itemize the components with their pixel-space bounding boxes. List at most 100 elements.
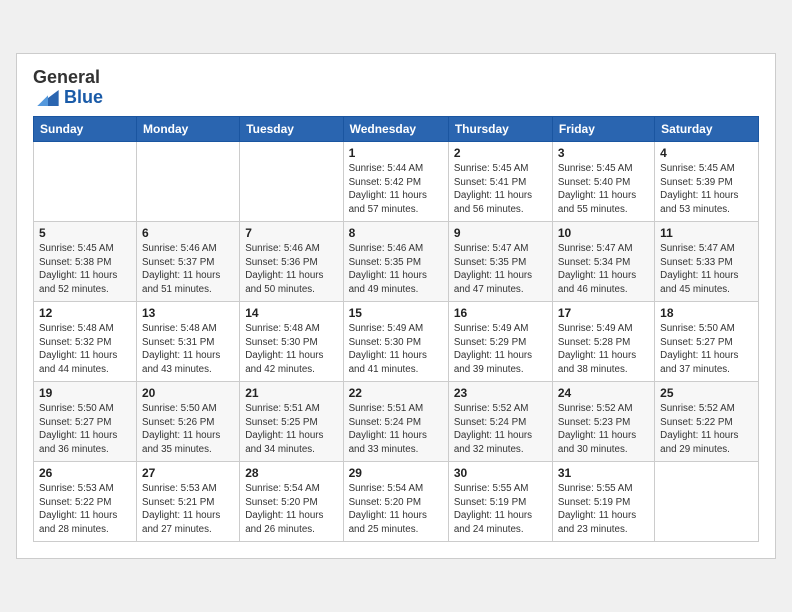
calendar-cell: 12Sunrise: 5:48 AM Sunset: 5:32 PM Dayli… bbox=[34, 301, 137, 381]
calendar-cell: 9Sunrise: 5:47 AM Sunset: 5:35 PM Daylig… bbox=[448, 221, 552, 301]
day-detail: Sunrise: 5:52 AM Sunset: 5:22 PM Dayligh… bbox=[660, 402, 753, 457]
day-detail: Sunrise: 5:46 AM Sunset: 5:36 PM Dayligh… bbox=[245, 242, 337, 297]
day-number: 13 bbox=[142, 306, 234, 320]
header-sunday: Sunday bbox=[34, 116, 137, 141]
calendar-cell: 19 Sunrise: 5:50 AM Sunset: 5:27 PM Dayli… bbox=[34, 381, 137, 461]
day-detail: Sunrise: 5:49 AM Sunset: 5:29 PM Dayligh… bbox=[454, 322, 547, 377]
logo-blue-text: Blue bbox=[64, 87, 103, 107]
day-number: 30 bbox=[454, 466, 547, 480]
calendar-cell: 2Sunrise: 5:45 AM Sunset: 5:41 PM Daylig… bbox=[448, 141, 552, 221]
calendar-week-row: 19 Sunrise: 5:50 AM Sunset: 5:27 PM Dayli… bbox=[34, 381, 759, 461]
calendar-cell: 13 Sunrise: 5:48 AM Sunset: 5:31 PM Dayli… bbox=[137, 301, 240, 381]
day-detail: Sunrise: 5:51 AM Sunset: 5:24 PM Dayligh… bbox=[349, 402, 443, 457]
day-number: 17 bbox=[558, 306, 649, 320]
calendar-cell: 28Sunrise: 5:54 AM Sunset: 5:20 PM Dayli… bbox=[240, 461, 343, 541]
day-detail: Sunrise: 5:46 AM Sunset: 5:35 PM Dayligh… bbox=[349, 242, 443, 297]
day-detail: Sunrise: 5:45 AM Sunset: 5:39 PM Dayligh… bbox=[660, 162, 753, 217]
day-detail: Sunrise: 5:54 AM Sunset: 5:20 PM Dayligh… bbox=[349, 482, 443, 537]
day-detail: Sunrise: 5:49 AM Sunset: 5:28 PM Dayligh… bbox=[558, 322, 649, 377]
day-number: 4 bbox=[660, 146, 753, 160]
calendar-cell bbox=[655, 461, 759, 541]
day-detail: Sunrise: 5:53 AM Sunset: 5:22 PM Dayligh… bbox=[39, 482, 131, 537]
header-section: General Blue bbox=[33, 64, 759, 108]
day-number: 18 bbox=[660, 306, 753, 320]
day-detail: Sunrise: 5:55 AM Sunset: 5:19 PM Dayligh… bbox=[454, 482, 547, 537]
day-detail: Sunrise: 5:50 AM Sunset: 5:26 PM Dayligh… bbox=[142, 402, 234, 457]
day-number: 3 bbox=[558, 146, 649, 160]
day-number: 21 bbox=[245, 386, 337, 400]
day-number: 6 bbox=[142, 226, 234, 240]
calendar-cell: 25 Sunrise: 5:52 AM Sunset: 5:22 PM Dayli… bbox=[655, 381, 759, 461]
calendar-cell: 22 Sunrise: 5:51 AM Sunset: 5:24 PM Dayli… bbox=[343, 381, 448, 461]
calendar-week-row: 5 Sunrise: 5:45 AM Sunset: 5:38 PM Daylig… bbox=[34, 221, 759, 301]
day-detail: Sunrise: 5:55 AM Sunset: 5:19 PM Dayligh… bbox=[558, 482, 649, 537]
day-number: 25 bbox=[660, 386, 753, 400]
day-number: 22 bbox=[349, 386, 443, 400]
day-number: 7 bbox=[245, 226, 337, 240]
day-number: 10 bbox=[558, 226, 649, 240]
day-number: 15 bbox=[349, 306, 443, 320]
day-detail: Sunrise: 5:47 AM Sunset: 5:33 PM Dayligh… bbox=[660, 242, 753, 297]
day-detail: Sunrise: 5:46 AM Sunset: 5:37 PM Dayligh… bbox=[142, 242, 234, 297]
calendar-cell: 20Sunrise: 5:50 AM Sunset: 5:26 PM Dayli… bbox=[137, 381, 240, 461]
day-detail: Sunrise: 5:52 AM Sunset: 5:23 PM Dayligh… bbox=[558, 402, 649, 457]
calendar-cell: 16Sunrise: 5:49 AM Sunset: 5:29 PM Dayli… bbox=[448, 301, 552, 381]
day-detail: Sunrise: 5:51 AM Sunset: 5:25 PM Dayligh… bbox=[245, 402, 337, 457]
logo: General Blue bbox=[33, 68, 103, 108]
day-detail: Sunrise: 5:48 AM Sunset: 5:30 PM Dayligh… bbox=[245, 322, 337, 377]
calendar-week-row: 12Sunrise: 5:48 AM Sunset: 5:32 PM Dayli… bbox=[34, 301, 759, 381]
calendar-cell: 30 Sunrise: 5:55 AM Sunset: 5:19 PM Dayli… bbox=[448, 461, 552, 541]
calendar-cell: 17 Sunrise: 5:49 AM Sunset: 5:28 PM Dayli… bbox=[552, 301, 654, 381]
day-number: 26 bbox=[39, 466, 131, 480]
day-detail: Sunrise: 5:52 AM Sunset: 5:24 PM Dayligh… bbox=[454, 402, 547, 457]
calendar-cell: 23Sunrise: 5:52 AM Sunset: 5:24 PM Dayli… bbox=[448, 381, 552, 461]
calendar-cell: 5 Sunrise: 5:45 AM Sunset: 5:38 PM Daylig… bbox=[34, 221, 137, 301]
calendar-table: Sunday Monday Tuesday Wednesday Thursday… bbox=[33, 116, 759, 542]
calendar-cell: 3Sunrise: 5:45 AM Sunset: 5:40 PM Daylig… bbox=[552, 141, 654, 221]
calendar-cell bbox=[34, 141, 137, 221]
day-detail: Sunrise: 5:48 AM Sunset: 5:32 PM Dayligh… bbox=[39, 322, 131, 377]
header-monday: Monday bbox=[137, 116, 240, 141]
day-detail: Sunrise: 5:50 AM Sunset: 5:27 PM Dayligh… bbox=[39, 402, 131, 457]
calendar-week-row: 26 Sunrise: 5:53 AM Sunset: 5:22 PM Dayli… bbox=[34, 461, 759, 541]
calendar-cell: 27 Sunrise: 5:53 AM Sunset: 5:21 PM Dayli… bbox=[137, 461, 240, 541]
calendar-cell bbox=[240, 141, 343, 221]
day-number: 5 bbox=[39, 226, 131, 240]
day-number: 31 bbox=[558, 466, 649, 480]
calendar-cell: 18Sunrise: 5:50 AM Sunset: 5:27 PM Dayli… bbox=[655, 301, 759, 381]
calendar-cell: 6 Sunrise: 5:46 AM Sunset: 5:37 PM Daylig… bbox=[137, 221, 240, 301]
header-friday: Friday bbox=[552, 116, 654, 141]
logo-icon bbox=[37, 90, 59, 106]
day-number: 9 bbox=[454, 226, 547, 240]
calendar-cell bbox=[137, 141, 240, 221]
day-number: 27 bbox=[142, 466, 234, 480]
day-number: 24 bbox=[558, 386, 649, 400]
day-number: 28 bbox=[245, 466, 337, 480]
calendar-cell: 4 Sunrise: 5:45 AM Sunset: 5:39 PM Daylig… bbox=[655, 141, 759, 221]
day-number: 8 bbox=[349, 226, 443, 240]
day-detail: Sunrise: 5:53 AM Sunset: 5:21 PM Dayligh… bbox=[142, 482, 234, 537]
logo-general-text: General bbox=[33, 67, 100, 87]
calendar-cell: 14 Sunrise: 5:48 AM Sunset: 5:30 PM Dayli… bbox=[240, 301, 343, 381]
day-detail: Sunrise: 5:45 AM Sunset: 5:38 PM Dayligh… bbox=[39, 242, 131, 297]
calendar-cell: 7 Sunrise: 5:46 AM Sunset: 5:36 PM Daylig… bbox=[240, 221, 343, 301]
calendar-cell: 26 Sunrise: 5:53 AM Sunset: 5:22 PM Dayli… bbox=[34, 461, 137, 541]
day-number: 2 bbox=[454, 146, 547, 160]
calendar-cell: 11Sunrise: 5:47 AM Sunset: 5:33 PM Dayli… bbox=[655, 221, 759, 301]
day-number: 1 bbox=[349, 146, 443, 160]
calendar-cell: 15Sunrise: 5:49 AM Sunset: 5:30 PM Dayli… bbox=[343, 301, 448, 381]
calendar-container: General Blue Sunday Monday Tuesday bbox=[16, 53, 776, 559]
calendar-cell: 10Sunrise: 5:47 AM Sunset: 5:34 PM Dayli… bbox=[552, 221, 654, 301]
header-tuesday: Tuesday bbox=[240, 116, 343, 141]
day-detail: Sunrise: 5:48 AM Sunset: 5:31 PM Dayligh… bbox=[142, 322, 234, 377]
header-thursday: Thursday bbox=[448, 116, 552, 141]
calendar-cell: 21 Sunrise: 5:51 AM Sunset: 5:25 PM Dayli… bbox=[240, 381, 343, 461]
day-number: 14 bbox=[245, 306, 337, 320]
calendar-cell: 8 Sunrise: 5:46 AM Sunset: 5:35 PM Daylig… bbox=[343, 221, 448, 301]
calendar-cell: 1Sunrise: 5:44 AM Sunset: 5:42 PM Daylig… bbox=[343, 141, 448, 221]
header-saturday: Saturday bbox=[655, 116, 759, 141]
calendar-week-row: 1Sunrise: 5:44 AM Sunset: 5:42 PM Daylig… bbox=[34, 141, 759, 221]
day-number: 19 bbox=[39, 386, 131, 400]
calendar-cell: 29Sunrise: 5:54 AM Sunset: 5:20 PM Dayli… bbox=[343, 461, 448, 541]
header-wednesday: Wednesday bbox=[343, 116, 448, 141]
